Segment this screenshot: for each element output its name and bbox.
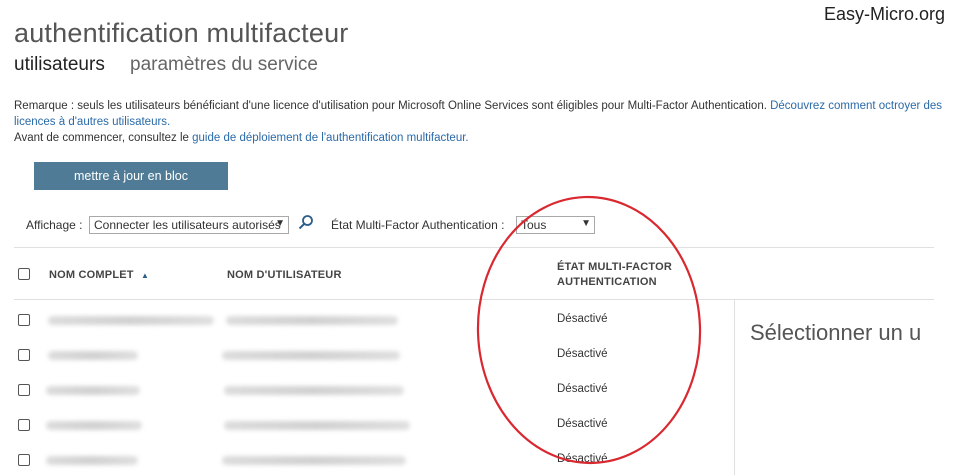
row-checkbox[interactable]	[18, 419, 30, 431]
view-label: Affichage :	[26, 218, 83, 232]
column-header-full-name[interactable]: NOM COMPLET ▲	[49, 269, 149, 281]
select-all-checkbox[interactable]	[18, 268, 30, 280]
detail-pane-divider	[734, 299, 735, 475]
bulk-update-button[interactable]: mettre à jour en bloc	[34, 162, 228, 190]
redacted-username	[226, 316, 398, 325]
page-title: authentification multifacteur	[14, 18, 349, 48]
redacted-full-name	[46, 386, 140, 395]
tab-service-settings[interactable]: paramètres du service	[130, 54, 318, 76]
row-checkbox[interactable]	[18, 314, 30, 326]
annotation-ellipse	[476, 195, 702, 465]
deployment-guide-link[interactable]: guide de déploiement de l'authentificati…	[192, 132, 468, 144]
chevron-down-icon: ▼	[275, 218, 285, 229]
notice-line1: Remarque : seuls les utilisateurs bénéfi…	[14, 100, 771, 112]
view-select-value: Connecter les utilisateurs autorisés	[94, 218, 281, 232]
notice-line2: Avant de commencer, consultez le	[14, 132, 193, 144]
redacted-username	[222, 351, 400, 360]
sort-ascending-icon: ▲	[140, 271, 150, 280]
column-header-full-name-label: NOM COMPLET	[49, 269, 134, 281]
search-icon[interactable]	[298, 214, 314, 230]
detail-pane-placeholder: Sélectionner un u	[750, 320, 922, 345]
redacted-full-name	[46, 421, 142, 430]
row-checkbox[interactable]	[18, 349, 30, 361]
row-checkbox[interactable]	[18, 454, 30, 466]
tab-users[interactable]: utilisateurs	[14, 54, 105, 76]
redacted-full-name	[46, 456, 138, 465]
redacted-full-name	[48, 316, 214, 325]
row-checkbox[interactable]	[18, 384, 30, 396]
notice-text: Remarque : seuls les utilisateurs bénéfi…	[14, 98, 944, 146]
redacted-username	[222, 456, 406, 465]
view-select[interactable]: Connecter les utilisateurs autorisés ▼	[89, 216, 289, 234]
watermark: Easy-Micro.org	[824, 4, 946, 24]
column-header-username[interactable]: NOM D'UTILISATEUR	[227, 269, 342, 281]
redacted-username	[224, 386, 404, 395]
redacted-username	[224, 421, 410, 430]
redacted-full-name	[48, 351, 138, 360]
